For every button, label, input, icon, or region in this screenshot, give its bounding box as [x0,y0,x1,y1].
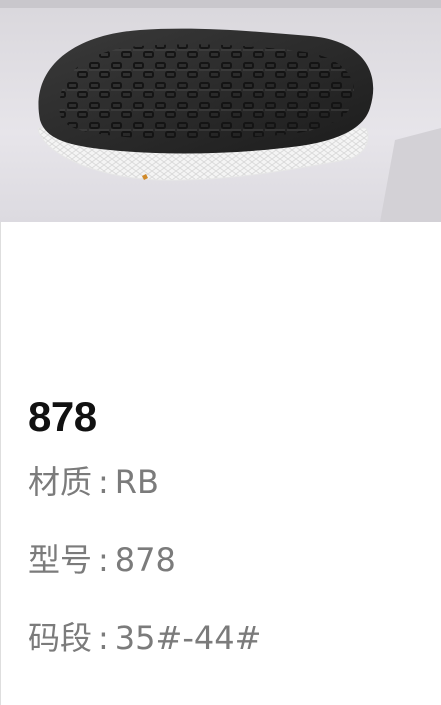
spec-size-range-value: 35#-44# [114,619,262,657]
spec-material-label: 材质 [28,463,93,501]
spec-model-separator: : [98,541,109,579]
left-border [0,222,1,705]
spec-material-separator: : [98,463,109,501]
product-image[interactable] [0,0,441,222]
spec-model-label: 型号 [28,541,93,579]
spec-model-value: 878 [114,541,176,579]
product-title: 878 [28,393,97,440]
spec-material-value: RB [114,463,159,501]
spec-model: 型号:878 [28,538,428,582]
shoe-sole-illustration [0,0,441,222]
spec-size-range-label: 码段 [28,619,93,657]
spec-size-range-separator: : [98,619,109,657]
spec-material: 材质: RB [28,460,428,504]
product-info: 878 材质: RB 型号:878 码段:35#-44# [28,388,428,694]
spec-size-range: 码段:35#-44# [28,616,428,660]
